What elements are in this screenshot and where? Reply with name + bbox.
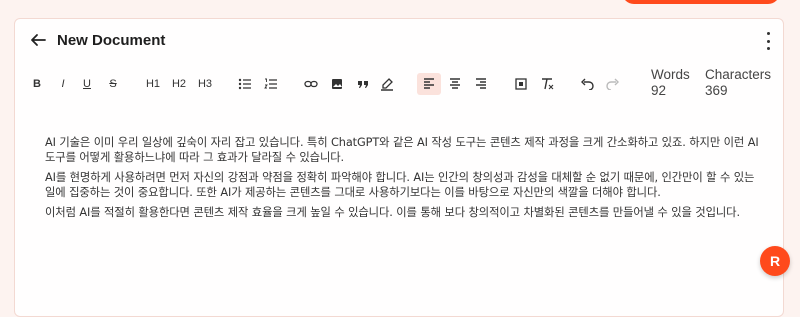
heading2-button[interactable]: H2 [171,75,187,93]
words-label: Words [651,67,690,82]
align-left-icon[interactable] [417,73,441,95]
align-right-icon[interactable] [473,75,489,93]
clear-format-icon[interactable] [539,75,555,93]
paragraph[interactable]: AI 기술은 이미 우리 일상에 깊숙이 자리 잡고 있습니다. 특히 Chat… [45,135,765,165]
character-count: Characters 369 [705,67,771,99]
assistant-fab-button[interactable]: R [760,246,790,276]
editor-header: New Document [15,19,783,63]
redo-icon[interactable] [605,75,621,93]
characters-label: Characters [705,67,772,82]
underline-button[interactable]: U [79,75,95,93]
bold-button[interactable]: B [29,75,45,93]
document-title: New Document [57,32,166,49]
strikethrough-button[interactable]: S [105,75,121,93]
italic-button[interactable]: I [55,75,71,93]
paragraph[interactable]: 이처럼 AI를 적절히 활용한다면 콘텐츠 제작 효율을 크게 높일 수 있습니… [45,205,765,220]
undo-icon[interactable] [579,75,595,93]
editor-content[interactable]: AI 기술은 이미 우리 일상에 깊숙이 자리 잡고 있습니다. 특히 Chat… [45,135,765,225]
words-value: 92 [651,83,667,98]
document-editor-card: New Document B I U S H1 H2 H3 Words 92 C… [14,18,784,317]
heading3-button[interactable]: H3 [197,75,213,93]
numbered-list-icon[interactable] [263,75,279,93]
align-center-icon[interactable] [447,75,463,93]
highlight-pen-icon[interactable] [379,75,395,93]
paragraph[interactable]: AI를 현명하게 사용하려면 먼저 자신의 강점과 약점을 정확히 파악해야 합… [45,170,765,200]
heading1-button[interactable]: H1 [145,75,161,93]
bullet-list-icon[interactable] [237,75,253,93]
table-icon[interactable] [513,75,529,93]
quote-icon[interactable] [355,75,371,93]
arrow-left-icon[interactable] [29,31,49,51]
more-vertical-icon[interactable] [763,32,773,50]
image-icon[interactable] [329,75,345,93]
top-action-button[interactable] [622,0,780,4]
word-count: Words 92 [651,67,690,99]
characters-value: 369 [705,83,728,98]
link-icon[interactable] [303,75,319,93]
